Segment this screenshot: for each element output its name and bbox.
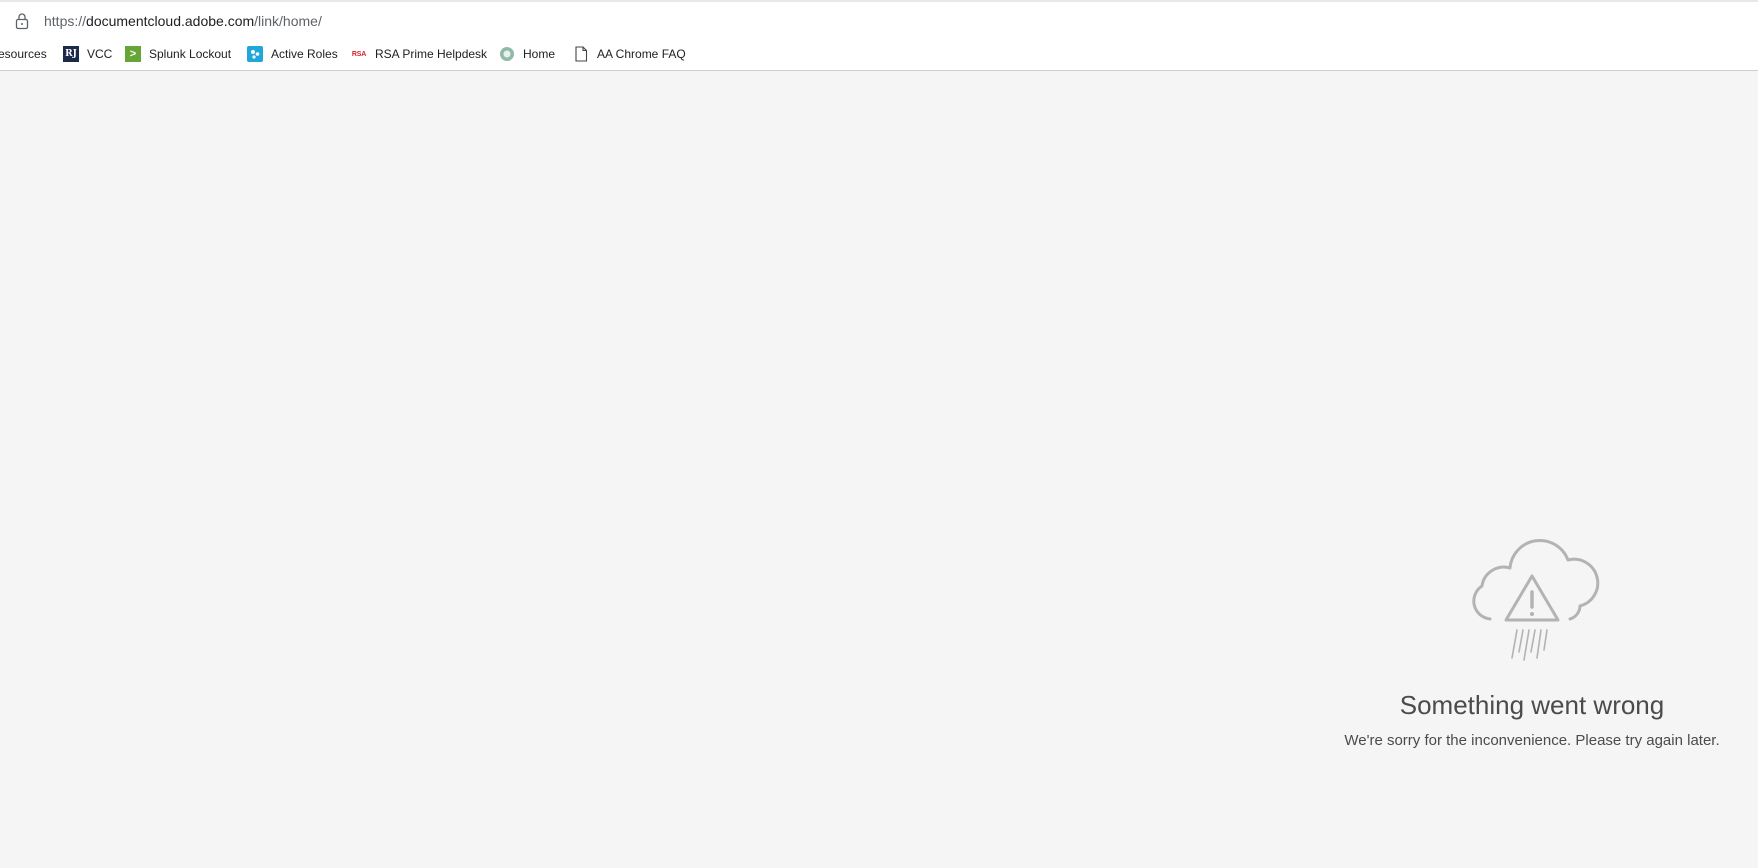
globe-icon <box>499 46 515 62</box>
url-host: documentcloud.adobe.com <box>86 13 255 29</box>
url-path: /link/home/ <box>254 13 322 29</box>
url-scheme: https:// <box>44 13 87 29</box>
bookmark-vcc[interactable]: RJ VCC <box>63 38 112 70</box>
address-bar[interactable]: https://documentcloud.adobe.com/link/hom… <box>0 0 1758 38</box>
document-icon <box>573 46 589 62</box>
bookmark-label: Active Roles <box>271 47 338 61</box>
bookmarks-bar: esources RJ VCC > Splunk Lockout Active … <box>0 38 1758 71</box>
error-message: We're sorry for the inconvenience. Pleas… <box>1344 732 1720 749</box>
error-title: Something went wrong <box>1399 690 1665 720</box>
rj-logo-icon: RJ <box>63 46 79 62</box>
bookmark-label: Splunk Lockout <box>149 47 232 61</box>
bookmark-active-roles[interactable]: Active Roles <box>247 38 338 70</box>
bookmark-label: Home <box>523 47 556 61</box>
bookmark-splunk-lockout[interactable]: > Splunk Lockout <box>125 38 231 70</box>
bookmark-aa-chrome-faq[interactable]: AA Chrome FAQ <box>573 38 686 70</box>
lock-icon[interactable] <box>14 12 30 30</box>
url-field[interactable]: https://documentcloud.adobe.com/link/hom… <box>44 12 322 30</box>
active-roles-icon <box>247 46 263 62</box>
cloud-warning-rain-icon <box>1472 539 1600 661</box>
bookmark-label: RSA Prime Helpdesk <box>375 47 488 61</box>
bookmark-home[interactable]: Home <box>499 38 555 70</box>
splunk-icon: > <box>125 46 141 62</box>
bookmark-label: AA Chrome FAQ <box>597 47 686 61</box>
bookmark-resources[interactable]: esources <box>0 38 47 70</box>
bookmark-rsa-prime-helpdesk[interactable]: RSA RSA Prime Helpdesk <box>351 38 487 70</box>
rsa-icon: RSA <box>351 50 367 58</box>
bookmark-label: VCC <box>87 47 113 61</box>
bookmark-label: esources <box>0 47 47 61</box>
